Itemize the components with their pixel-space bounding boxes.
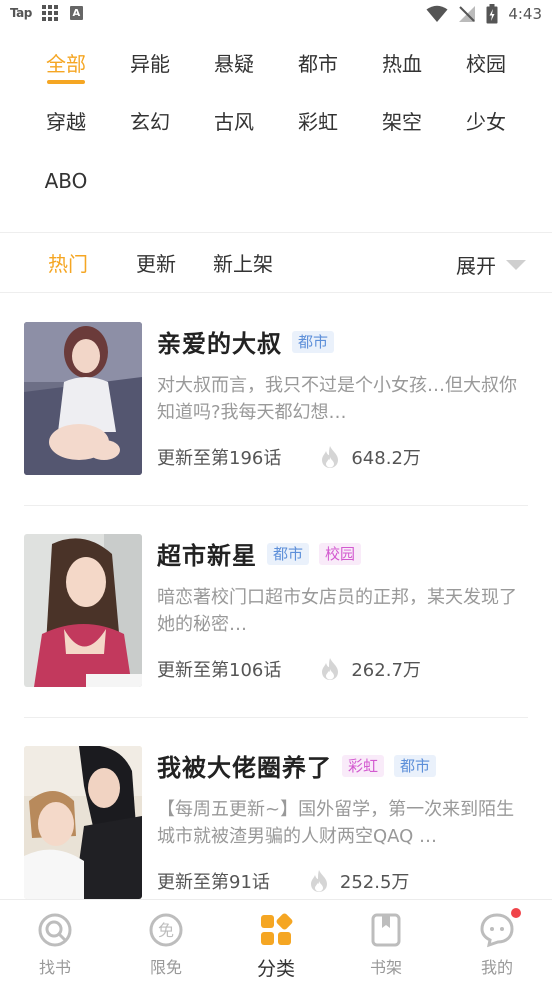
list-top-divider <box>0 292 552 293</box>
comic-title-row: 我被大佬圈养了 彩虹 都市 <box>157 748 437 783</box>
comic-meta: 更新至第196话 648.2万 <box>157 444 421 470</box>
comic-description: 对大叔而言，我只不过是个小女孩…但大叔你知道吗?我每天都幻想… <box>157 375 517 423</box>
item-divider <box>24 505 528 506</box>
comic-tag: 都市 <box>292 330 335 353</box>
sort-updated[interactable]: 更新 <box>136 236 176 292</box>
genre-rainbow[interactable]: 彩虹 <box>288 102 348 142</box>
free-icon: 免 <box>148 912 184 948</box>
nav-label: 分类 <box>256 958 295 980</box>
expand-button[interactable]: 展开 <box>456 236 526 292</box>
sort-hot[interactable]: 热门 <box>48 236 88 292</box>
profile-chat-icon <box>479 912 515 948</box>
nav-label: 找书 <box>38 958 71 977</box>
bookshelf-icon <box>368 912 404 948</box>
comic-title[interactable]: 亲爱的大叔 <box>157 324 282 359</box>
comic-list-item[interactable]: 亲爱的大叔 都市 对大叔而言，我只不过是个小女孩…但大叔你知道吗?我每天都幻想…… <box>0 322 552 534</box>
genre-superpower[interactable]: 异能 <box>120 44 180 84</box>
comic-title-row: 超市新星 都市 校园 <box>157 536 362 571</box>
heat-value: 262.7万 <box>351 660 421 681</box>
carrier-label: Tap <box>10 6 32 20</box>
heat-count: 262.7万 <box>319 656 421 682</box>
search-book-icon <box>37 912 73 948</box>
comic-description: 暗恋著校门口超市女店员的正邦，某天发现了她的秘密… <box>157 587 517 635</box>
comic-cover[interactable] <box>24 534 142 687</box>
genre-active-underline <box>47 80 85 84</box>
comic-meta: 更新至第106话 262.7万 <box>157 656 421 682</box>
comic-list-item[interactable]: 超市新星 都市 校园 暗恋著校门口超市女店员的正邦，某天发现了她的秘密… 更新至… <box>0 534 552 746</box>
comic-title[interactable]: 超市新星 <box>157 536 257 571</box>
svg-text:免: 免 <box>158 921 174 940</box>
comic-meta: 更新至第91话 252.5万 <box>157 868 409 894</box>
heat-value: 252.5万 <box>339 872 410 893</box>
genre-campus[interactable]: 校园 <box>456 44 516 84</box>
no-signal-icon <box>459 6 476 22</box>
genre-ancient[interactable]: 古风 <box>204 102 264 142</box>
heat-count: 648.2万 <box>319 444 421 470</box>
a-notification-icon: A <box>69 6 83 20</box>
triangle-down-icon <box>506 260 526 270</box>
heat-count: 252.5万 <box>308 868 410 894</box>
comic-cover[interactable] <box>24 322 142 475</box>
nav-category[interactable]: 分类 <box>234 900 318 983</box>
update-status: 更新至第106话 <box>157 660 282 681</box>
genre-urban[interactable]: 都市 <box>288 44 348 84</box>
comic-tag: 都市 <box>267 542 310 565</box>
nav-profile[interactable]: 我的 <box>455 900 539 983</box>
notification-badge-dot <box>511 908 521 918</box>
comic-tag: 彩虹 <box>342 754 385 777</box>
status-bar-right: 4:43 <box>426 4 542 24</box>
comic-tag: 校园 <box>319 542 362 565</box>
heat-value: 648.2万 <box>351 448 421 469</box>
item-divider <box>24 717 528 718</box>
comic-description: 【每周五更新~】国外留学，第一次来到陌生城市就被渣男骗的人财两空QAQ … <box>157 799 515 847</box>
comic-cover[interactable] <box>24 746 142 899</box>
genre-abo[interactable]: ABO <box>36 161 96 201</box>
update-status: 更新至第91话 <box>157 872 270 893</box>
nav-free[interactable]: 免 限免 <box>124 900 208 983</box>
genre-fictional[interactable]: 架空 <box>372 102 432 142</box>
grid-icon <box>41 5 60 21</box>
category-icon <box>258 912 294 948</box>
nav-bookshelf[interactable]: 书架 <box>344 900 428 983</box>
flame-icon <box>322 446 339 468</box>
status-bar-left: Tap A <box>10 5 83 21</box>
genre-time-travel[interactable]: 穿越 <box>36 102 96 142</box>
bottom-navigation: 找书 免 限免 分类 书架 我的 <box>0 899 552 983</box>
expand-label: 展开 <box>456 253 496 278</box>
flame-icon <box>322 658 339 680</box>
wifi-icon <box>426 5 448 22</box>
sort-new-arrivals[interactable]: 新上架 <box>213 236 273 292</box>
app-screen: Tap A 4:43 全部 异能 悬疑 都市 热血 校园 穿越 玄幻 古风 彩虹… <box>0 0 552 983</box>
nav-find-books[interactable]: 找书 <box>13 900 97 983</box>
clock: 4:43 <box>508 5 542 23</box>
comic-title[interactable]: 我被大佬圈养了 <box>157 748 332 783</box>
sort-bar: 热门 更新 新上架 展开 <box>0 236 552 292</box>
flame-icon <box>310 870 327 892</box>
nav-label: 限免 <box>149 958 182 977</box>
comic-title-row: 亲爱的大叔 都市 <box>157 324 335 359</box>
genre-fantasy[interactable]: 玄幻 <box>120 102 180 142</box>
genre-hot-blooded[interactable]: 热血 <box>372 44 432 84</box>
comic-tag: 都市 <box>394 754 437 777</box>
genre-suspense[interactable]: 悬疑 <box>204 44 264 84</box>
update-status: 更新至第196话 <box>157 448 282 469</box>
nav-label: 书架 <box>369 958 402 977</box>
nav-label: 我的 <box>480 958 513 977</box>
battery-icon <box>486 4 498 24</box>
status-bar: Tap A 4:43 <box>0 0 552 30</box>
genre-shoujo[interactable]: 少女 <box>456 102 516 142</box>
section-divider <box>0 232 552 233</box>
genre-all[interactable]: 全部 <box>36 44 96 84</box>
